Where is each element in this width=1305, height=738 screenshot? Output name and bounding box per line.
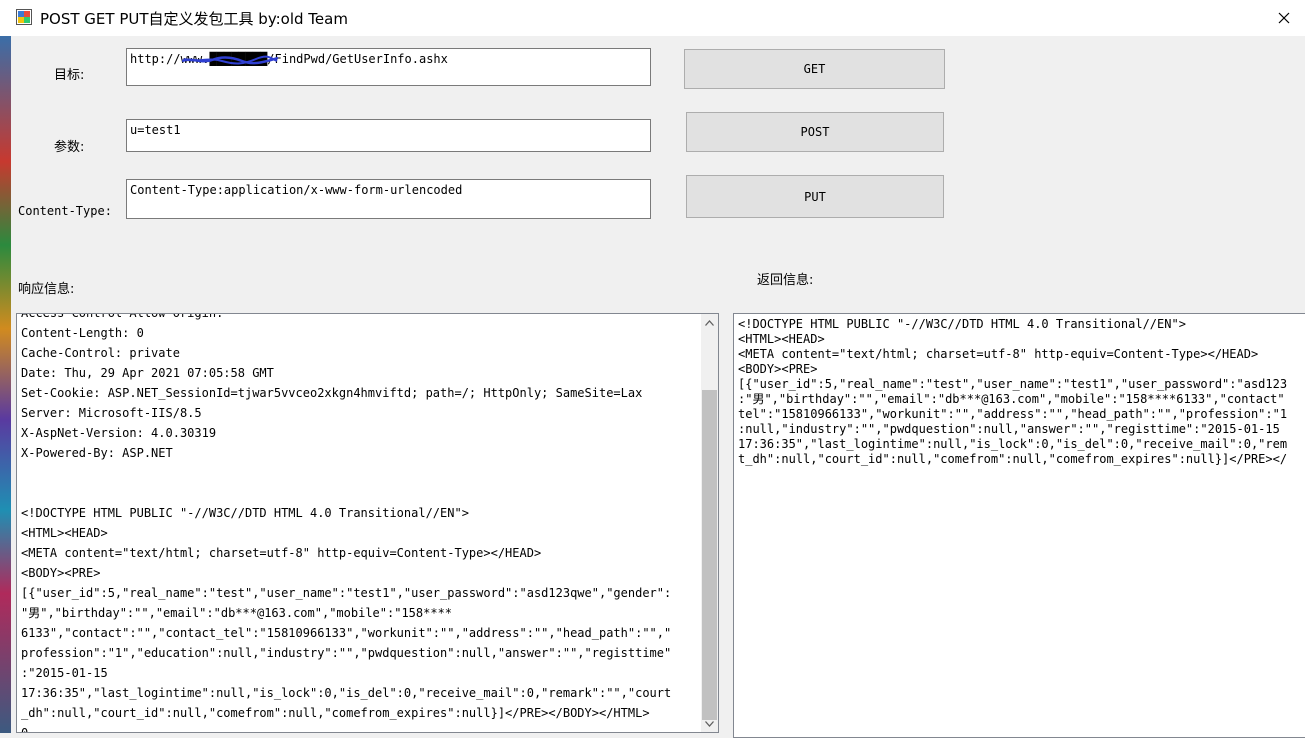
text-line: Content-Length: 0: [21, 326, 144, 340]
content-type-input[interactable]: Content-Type:application/x-www-form-urle…: [126, 179, 651, 219]
scroll-down-button[interactable]: [701, 715, 718, 732]
close-button[interactable]: [1262, 0, 1305, 36]
text-line: <HTML><HEAD>: [738, 332, 825, 346]
target-label: 目标:: [54, 68, 85, 83]
text-line: [21, 463, 671, 483]
text-line: <HTML><HEAD>: [21, 526, 108, 540]
text-line: <!DOCTYPE HTML PUBLIC "-//W3C//DTD HTML …: [21, 506, 469, 520]
scroll-up-button[interactable]: [701, 314, 718, 331]
text-line: tel":"15810966133","workunit":"","addres…: [738, 407, 1288, 421]
scroll-thumb[interactable]: [702, 390, 717, 720]
text-line: 0: [21, 726, 29, 733]
text-line: [{"user_id":5,"real_name":"test","user_n…: [21, 586, 672, 600]
params-input[interactable]: u=test1: [126, 119, 651, 152]
get-button[interactable]: GET: [684, 49, 945, 89]
chevron-down-icon: [705, 720, 714, 727]
background-desktop-strip: [0, 36, 11, 733]
text-line: 17:36:35","last_logintime":null,"is_lock…: [738, 437, 1288, 451]
returned-textarea[interactable]: <!DOCTYPE HTML PUBLIC "-//W3C//DTD HTML …: [733, 313, 1305, 738]
put-button[interactable]: PUT: [686, 175, 944, 218]
text-line: t_dh":null,"court_id":null,"comefrom":nu…: [738, 452, 1288, 466]
text-line: <META content="text/html; charset=utf-8"…: [21, 546, 542, 560]
response-textarea[interactable]: Access-Control-Allow-Origin: * Content-Le…: [16, 313, 719, 733]
text-line: 6133","contact":"","contact_tel":"158109…: [21, 626, 672, 640]
text-line: <META content="text/html; charset=utf-8"…: [738, 347, 1259, 361]
close-icon: [1278, 12, 1289, 24]
text-line: :"2015-01-15: [21, 666, 108, 680]
text-line: :null,"industry":"","pwdquestion":null,"…: [738, 422, 1280, 436]
text-line: Cache-Control: private: [21, 346, 180, 360]
text-line: 17:36:35","last_logintime":null,"is_lock…: [21, 686, 672, 700]
text-line: Access-Control-Allow-Origin: *: [21, 313, 238, 320]
text-line: :"男","birthday":"","email":"db***@163.co…: [738, 392, 1285, 406]
text-line: [{"user_id":5,"real_name":"test","user_n…: [738, 377, 1288, 391]
response-info-label: 响应信息:: [18, 282, 75, 297]
text-line: Set-Cookie: ASP.NET_SessionId=tjwar5vvce…: [21, 386, 643, 400]
text-line: X-AspNet-Version: 4.0.30319: [21, 426, 217, 440]
text-line: <BODY><PRE>: [738, 362, 818, 376]
window-title: POST GET PUT自定义发包工具 by:old Team: [40, 10, 348, 28]
target-url-input[interactable]: http://www.████████/FindPwd/GetUserInfo.…: [126, 48, 651, 86]
params-label: 参数:: [54, 140, 85, 155]
response-text: Access-Control-Allow-Origin: * Content-Le…: [21, 313, 672, 733]
app-window: POST GET PUT自定义发包工具 by:old Team 目标: 参数: …: [0, 0, 1305, 738]
content-type-label: Content-Type:: [18, 204, 112, 218]
returned-text: <!DOCTYPE HTML PUBLIC "-//W3C//DTD HTML …: [738, 317, 1287, 467]
app-icon: [16, 9, 32, 25]
text-line: X-Powered-By: ASP.NET: [21, 446, 173, 460]
redaction-scribble: [182, 55, 278, 65]
response-scrollbar[interactable]: [701, 314, 718, 732]
returned-info-label: 返回信息:: [757, 273, 814, 288]
title-bar: POST GET PUT自定义发包工具 by:old Team: [0, 0, 1305, 36]
post-button[interactable]: POST: [686, 112, 944, 152]
text-line: <BODY><PRE>: [21, 566, 101, 580]
text-line: Date: Thu, 29 Apr 2021 07:05:58 GMT: [21, 366, 274, 380]
text-line: _dh":null,"court_id":null,"comefrom":nul…: [21, 706, 650, 720]
text-line: <!DOCTYPE HTML PUBLIC "-//W3C//DTD HTML …: [738, 317, 1186, 331]
text-line: [21, 483, 671, 503]
chevron-up-icon: [705, 319, 714, 326]
text-line: Server: Microsoft-IIS/8.5: [21, 406, 202, 420]
text-line: profession":"1","education":null,"indust…: [21, 646, 672, 660]
text-line: "男","birthday":"","email":"db***@163.com…: [21, 606, 453, 620]
